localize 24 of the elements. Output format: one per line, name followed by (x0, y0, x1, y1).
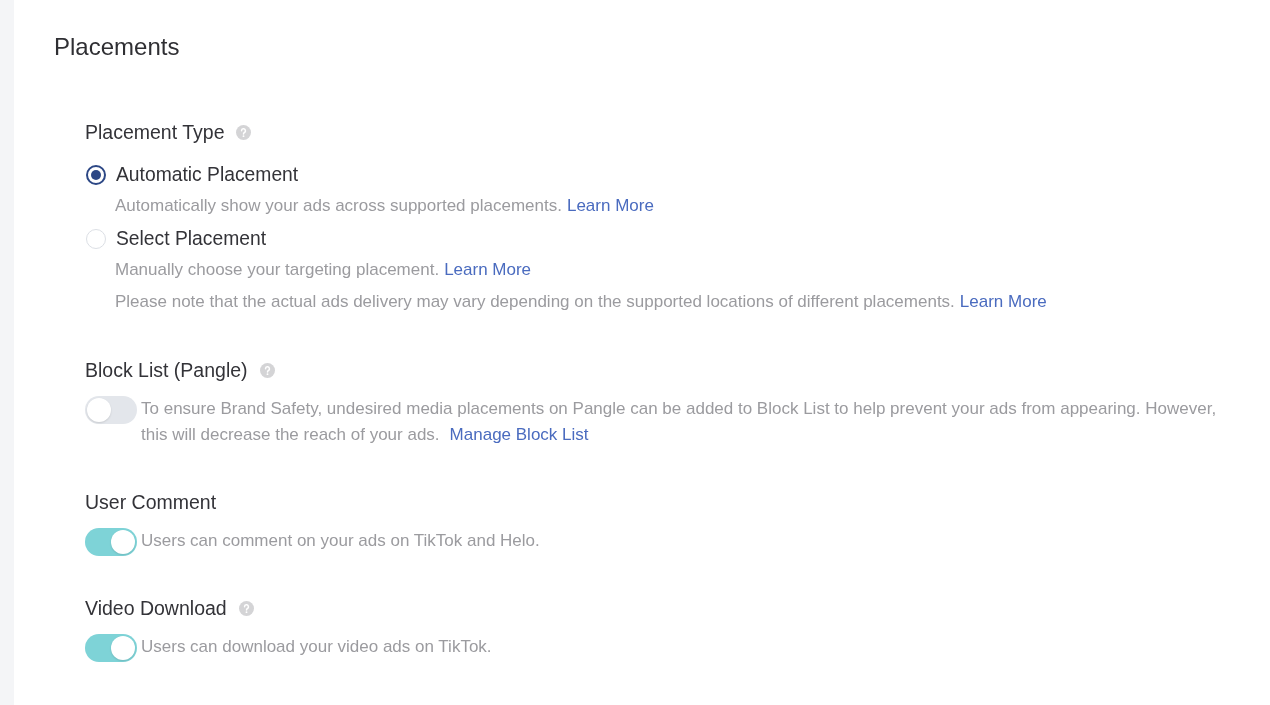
link[interactable]: Learn More (959, 292, 1047, 311)
link[interactable]: Learn More (444, 260, 532, 279)
description-text: Manually choose your targeting placement. Learn More (115, 259, 533, 281)
section-label: Placement Type (85, 120, 225, 144)
link[interactable]: Learn More (566, 196, 654, 215)
page-title: Placements (54, 32, 181, 62)
help-icon[interactable] (236, 124, 252, 140)
radio-button[interactable] (86, 165, 106, 185)
description-text: Please note that the actual ads delivery may vary depending on the supported locations of different placements. Learn More (115, 291, 1048, 313)
section-label: Video Download (85, 596, 227, 620)
link[interactable]: Manage Block List (449, 425, 589, 444)
description-text: To ensure Brand Safety, undesired media placements on Pangle can be added to Block List to help prevent your ads from appearing. However, this will decrease the reach of your ads. Manage Block List (141, 398, 1218, 446)
help-icon[interactable] (259, 362, 275, 378)
section-label: Block List (Pangle) (85, 358, 248, 382)
section-label: User Comment (85, 490, 217, 514)
toggle-switch[interactable] (85, 396, 137, 424)
radio-label[interactable]: Automatic Placement (116, 164, 299, 186)
toggle-switch[interactable] (85, 528, 137, 556)
radio-label[interactable]: Select Placement (116, 228, 267, 250)
help-icon[interactable] (238, 600, 254, 616)
description-text: Users can comment on your ads on TikTok and Helo. (141, 530, 541, 552)
toggle-switch[interactable] (85, 634, 137, 662)
description-text: Users can download your video ads on TikTok. (141, 636, 493, 658)
description-text: Automatically show your ads across supported placements. Learn More (115, 195, 655, 217)
